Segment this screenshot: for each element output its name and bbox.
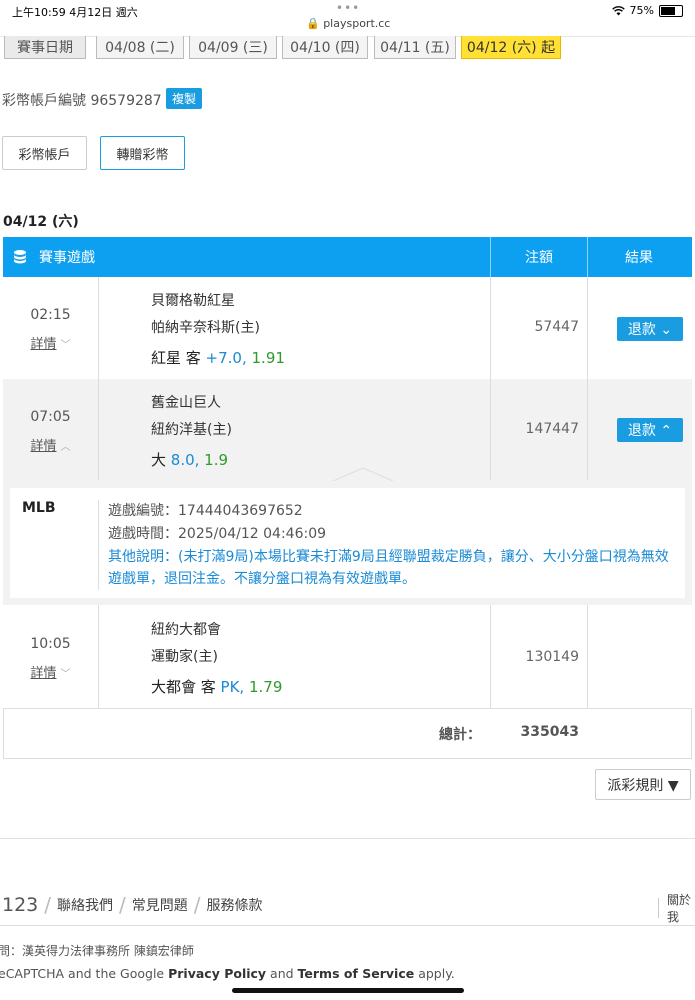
date-tab-0412[interactable]: 04/12 (六) 起	[461, 36, 561, 59]
status-time: 上午10:59 4月12日 週六	[12, 6, 138, 19]
date-label: 賽事日期	[4, 36, 86, 59]
account-number: 彩幣帳戶編號 96579287	[2, 93, 162, 109]
date-tab-0410[interactable]: 04/10 (四)	[282, 36, 368, 59]
detail-link[interactable]: 詳情 ﹀	[3, 662, 98, 681]
bet-amount: 57447	[534, 319, 579, 335]
chevron-down-icon: ﹀	[60, 340, 71, 351]
date-tab-0411[interactable]: 04/11 (五)	[374, 36, 456, 59]
game-time: 02:15	[30, 307, 71, 323]
total-value: 335043	[520, 724, 579, 740]
game-note: 其他說明：(未打滿9局)本場比賽未打滿9局且經聯盟裁定勝負，讓分、大小分盤口視為…	[108, 549, 669, 587]
privacy-policy-link[interactable]: Privacy Policy	[168, 966, 266, 981]
coin-account-button[interactable]: 彩幣帳戶	[2, 136, 87, 170]
transfer-coin-button[interactable]: 轉贈彩幣	[100, 136, 185, 170]
home-indicator[interactable]	[232, 988, 464, 993]
day-title: 04/12 (六)	[3, 214, 79, 230]
date-tab-0408[interactable]: 04/08 (二)	[96, 36, 184, 59]
bet-amount: 130149	[525, 649, 579, 665]
away-team: 紐約大都會	[151, 622, 221, 638]
recaptcha-notice: eCAPTCHA and the Google Privacy Policy a…	[0, 966, 455, 981]
wifi-icon	[611, 5, 625, 15]
database-icon	[14, 250, 26, 264]
league-label: MLB	[22, 500, 56, 516]
away-team: 貝爾格勒紅星	[151, 293, 235, 309]
header-result: 結果	[625, 250, 653, 266]
payout-rules-button[interactable]: 派彩規則 ▼	[595, 769, 691, 800]
table-row: 07:05 詳情 ︿ 舊金山巨人 紐約洋基(主) 大 8.0, 1.9 14744…	[3, 379, 692, 481]
about-link[interactable]: 關於我	[658, 893, 695, 924]
game-time: 10:05	[30, 636, 71, 652]
faq-link[interactable]: 常見問題	[132, 895, 188, 915]
footer-links: 123 / 聯絡我們 / 常見問題 / 服務條款	[2, 893, 263, 917]
bet-amount: 147447	[525, 421, 579, 437]
game-time-detail: 遊戲時間：2025/04/12 04:46:09	[108, 526, 327, 542]
table-row: 02:15 詳情 ﹀ 貝爾格勒紅星 帕納辛奈科斯(主) 紅星 客 +7.0, 1.…	[3, 277, 692, 380]
total-row: 總計： 335043	[3, 708, 692, 759]
status-bar: 上午10:59 4月12日 週六 ••• 🔒 playsport.cc 75%	[0, 0, 695, 37]
more-icon[interactable]: •••	[336, 1, 360, 15]
chevron-up-icon: ︿	[60, 442, 71, 453]
detail-link[interactable]: 詳情 ︿	[3, 435, 98, 454]
game-time: 07:05	[30, 409, 71, 425]
caret-pointer	[333, 468, 393, 481]
url-bar[interactable]: 🔒 playsport.cc	[306, 17, 390, 30]
copy-button[interactable]: 複製	[166, 88, 203, 109]
contact-link[interactable]: 聯絡我們	[57, 895, 113, 915]
terms-of-service-link[interactable]: Terms of Service	[298, 966, 415, 981]
away-team: 舊金山巨人	[151, 395, 221, 411]
home-team: 運動家(主)	[151, 649, 218, 665]
detail-link[interactable]: 詳情 ﹀	[3, 333, 98, 352]
home-team: 紐約洋基(主)	[151, 422, 232, 438]
legal-counsel: 問：漢英得力法律事務所 陳鎮宏律師	[0, 944, 194, 958]
header-amount: 注額	[525, 250, 553, 266]
pick: 大 8.0, 1.9	[151, 451, 229, 469]
pick: 大都會 客 PK, 1.79	[151, 678, 283, 696]
terms-link[interactable]: 服務條款	[207, 895, 263, 915]
status-right: 75%	[611, 4, 683, 17]
battery-icon	[659, 4, 683, 17]
chevron-down-icon: ﹀	[60, 669, 71, 680]
game-detail-panel: MLB 遊戲編號：17444043697652 遊戲時間：2025/04/12 …	[3, 468, 692, 605]
battery-percent: 75%	[629, 4, 654, 17]
total-label: 總計：	[439, 727, 481, 743]
table-row: 10:05 詳情 ﹀ 紐約大都會 運動家(主) 大都會 客 PK, 1.79 13…	[3, 605, 692, 709]
footer-number: 123	[2, 894, 39, 916]
pick: 紅星 客 +7.0, 1.91	[151, 349, 285, 367]
date-tab-0409[interactable]: 04/09 (三)	[189, 36, 277, 59]
refund-button[interactable]: 退款 ⌃	[617, 418, 683, 442]
refund-button[interactable]: 退款 ⌄	[617, 317, 683, 341]
home-team: 帕納辛奈科斯(主)	[151, 320, 260, 336]
table-header: 賽事遊戲 注額 結果	[3, 237, 692, 277]
header-game: 賽事遊戲	[39, 250, 95, 266]
game-id: 遊戲編號：17444043697652	[108, 503, 303, 519]
